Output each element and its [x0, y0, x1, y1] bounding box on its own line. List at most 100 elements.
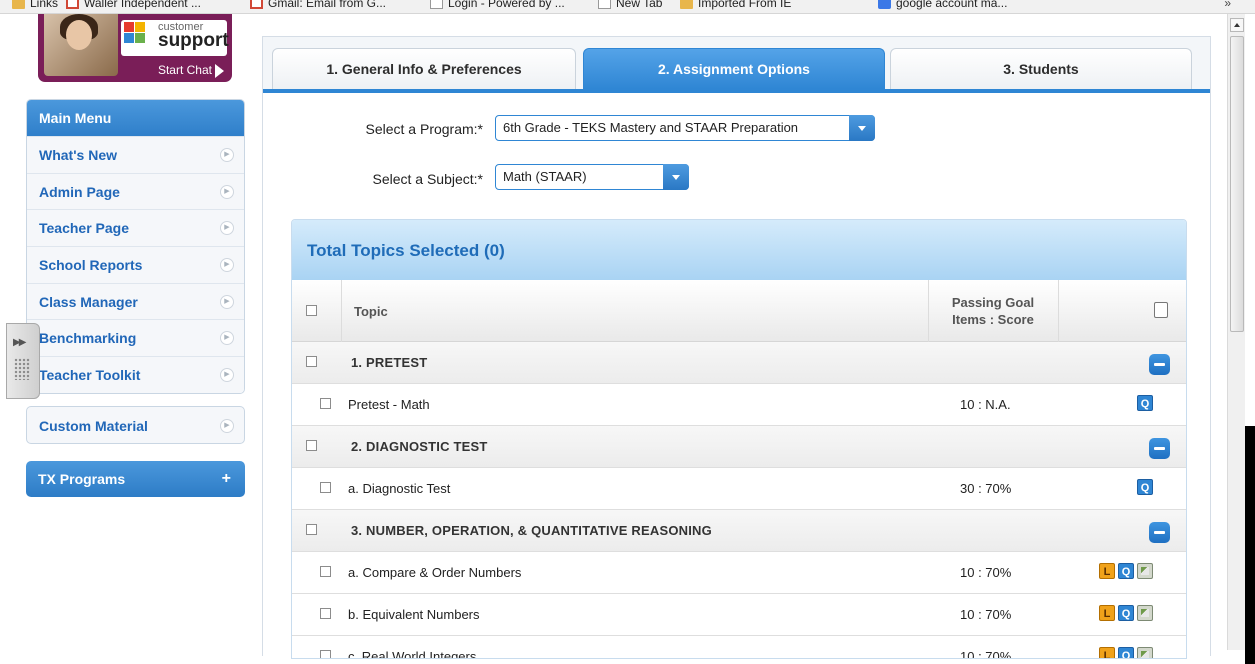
- tab-students[interactable]: 3. Students: [890, 48, 1192, 89]
- quiz-icon[interactable]: Q: [1137, 479, 1153, 495]
- program-select[interactable]: 6th Grade - TEKS Mastery and STAAR Prepa…: [495, 115, 875, 141]
- chevron-right-icon: ▶: [220, 258, 234, 273]
- bookmark-links[interactable]: Links: [12, 0, 58, 11]
- topic-checkbox[interactable]: [320, 566, 331, 577]
- sidebar-item-teacher-page[interactable]: Teacher Page ▶: [27, 209, 244, 247]
- topics-table: Total Topics Selected (0) Topic Passing …: [291, 219, 1187, 659]
- bookmark-imported-ie[interactable]: Imported From IE: [680, 0, 791, 11]
- plus-icon: +: [221, 470, 231, 487]
- bookmarks-bar: Links Waller Independent ... Gmail: Emai…: [0, 0, 1255, 14]
- topic-group-row: 3. NUMBER, OPERATION, & QUANTITATIVE REA…: [292, 510, 1186, 552]
- topic-goal: 30 : 70%: [960, 481, 1012, 496]
- sidebar-item-school-reports[interactable]: School Reports ▶: [27, 246, 244, 283]
- folder-icon: [680, 0, 693, 10]
- chevron-right-icon: ▶: [220, 148, 234, 162]
- collapse-icon[interactable]: [1149, 522, 1170, 543]
- gmail-icon: [66, 0, 79, 10]
- tab-general-info[interactable]: 1. General Info & Preferences: [272, 48, 576, 89]
- sidebar-item-teacher-toolkit[interactable]: Teacher Toolkit ▶: [27, 356, 244, 393]
- chevron-right-icon: ▶: [220, 221, 234, 236]
- quiz-icon[interactable]: Q: [1137, 395, 1153, 411]
- program-label: Select a Program:*: [365, 121, 484, 137]
- column-passing-goal: Passing Goal Items : Score: [951, 295, 1035, 327]
- topic-group-row: 2. DIAGNOSTIC TEST: [292, 426, 1186, 468]
- sidebar-item-class-manager[interactable]: Class Manager ▶: [27, 282, 244, 320]
- bookmark-waller[interactable]: Waller Independent ...: [66, 0, 201, 11]
- scroll-up-arrow-icon[interactable]: [1230, 18, 1244, 32]
- chevron-right-icon: ▶: [220, 294, 234, 309]
- page-scrollbar[interactable]: [1227, 14, 1245, 650]
- sidebar-toggle-handle[interactable]: ▶▶: [6, 323, 40, 399]
- chevron-right-icon: ▶: [220, 331, 234, 346]
- support-logo: customer support: [121, 20, 229, 56]
- bookmark-new-tab[interactable]: New Tab: [598, 0, 662, 11]
- play-arrow-icon: [215, 64, 224, 78]
- folder-icon: [12, 0, 25, 10]
- wizard-tabs: 1. General Info & Preferences 2. Assignm…: [263, 37, 1210, 93]
- fast-forward-icon: ▶▶: [13, 337, 26, 348]
- topic-label: a. Compare & Order Numbers: [348, 565, 522, 580]
- topic-label: c. Real World Integers: [348, 649, 477, 659]
- main-menu-header: Main Menu: [27, 100, 244, 136]
- topic-checkbox[interactable]: [320, 482, 331, 493]
- bookmark-gmail[interactable]: Gmail: Email from G...: [250, 0, 386, 11]
- topic-row: a. Diagnostic Test 30 : 70% Q: [292, 468, 1186, 510]
- topic-checkbox[interactable]: [320, 398, 331, 409]
- chevron-down-icon[interactable]: [849, 115, 875, 141]
- copy-icon[interactable]: [1154, 302, 1168, 318]
- topic-goal: 10 : 70%: [960, 565, 1012, 580]
- lesson-icon[interactable]: L: [1099, 647, 1115, 658]
- main-menu: Main Menu What's New ▶ Admin Page ▶ Teache…: [26, 99, 245, 394]
- collapse-icon[interactable]: [1149, 438, 1170, 459]
- topic-checkbox[interactable]: [320, 608, 331, 619]
- topic-goal: 10 : N.A.: [960, 397, 1011, 412]
- game-icon[interactable]: [1137, 605, 1153, 621]
- scrollbar-thumb[interactable]: [1230, 36, 1244, 332]
- group-checkbox[interactable]: [306, 440, 317, 451]
- game-icon[interactable]: [1137, 647, 1153, 658]
- window-edge: [1245, 14, 1255, 664]
- topics-column-header: Topic Passing Goal Items : Score: [292, 280, 1186, 342]
- quiz-icon[interactable]: Q: [1118, 647, 1134, 658]
- topic-label: Pretest - Math: [348, 397, 430, 412]
- chevron-right-icon: ▶: [220, 419, 234, 433]
- bookmark-login[interactable]: Login - Powered by ...: [430, 0, 565, 11]
- quiz-icon[interactable]: Q: [1118, 605, 1134, 621]
- page-icon: [598, 0, 611, 10]
- sidebar-item-custom-material[interactable]: Custom Material ▶: [26, 406, 245, 444]
- chevron-down-icon[interactable]: [663, 164, 689, 190]
- tab-assignment-options[interactable]: 2. Assignment Options: [583, 48, 885, 89]
- topic-goal: 10 : 70%: [960, 607, 1012, 622]
- sidebar-item-benchmarking[interactable]: Benchmarking ▶: [27, 319, 244, 357]
- customer-support-banner[interactable]: customer support Start Chat: [38, 14, 232, 82]
- sidebar-item-whats-new[interactable]: What's New ▶: [27, 136, 244, 173]
- chevron-right-icon: ▶: [220, 368, 234, 383]
- collapse-icon[interactable]: [1149, 354, 1170, 375]
- topic-checkbox[interactable]: [320, 650, 331, 658]
- gmail-icon: [250, 0, 263, 10]
- select-all-checkbox[interactable]: [306, 305, 317, 316]
- grip-icon: [14, 358, 30, 380]
- group-label: 1. PRETEST: [351, 355, 428, 370]
- group-checkbox[interactable]: [306, 356, 317, 367]
- lesson-icon[interactable]: L: [1099, 563, 1115, 579]
- bookmark-google-account[interactable]: google account ma...: [878, 0, 1007, 11]
- bookmarks-more-button[interactable]: »: [1224, 0, 1231, 10]
- column-topic: Topic: [354, 304, 388, 319]
- sidebar-item-admin-page[interactable]: Admin Page ▶: [27, 172, 244, 210]
- subject-label: Select a Subject:*: [372, 171, 483, 187]
- page-icon: [430, 0, 443, 10]
- group-checkbox[interactable]: [306, 524, 317, 535]
- group-label: 3. NUMBER, OPERATION, & QUANTITATIVE REA…: [351, 523, 712, 538]
- sidebar-item-tx-programs[interactable]: TX Programs +: [26, 461, 245, 497]
- support-logo-icon: [124, 22, 146, 44]
- support-agent-photo: [44, 14, 118, 76]
- topic-row: Pretest - Math 10 : N.A. Q: [292, 384, 1186, 426]
- topics-selected-title: Total Topics Selected (0): [292, 220, 1186, 280]
- quiz-icon[interactable]: Q: [1118, 563, 1134, 579]
- lesson-icon[interactable]: L: [1099, 605, 1115, 621]
- game-icon[interactable]: [1137, 563, 1153, 579]
- subject-select[interactable]: Math (STAAR): [495, 164, 689, 190]
- topic-row: b. Equivalent Numbers 10 : 70% L Q: [292, 594, 1186, 636]
- start-chat-button[interactable]: Start Chat: [158, 63, 224, 78]
